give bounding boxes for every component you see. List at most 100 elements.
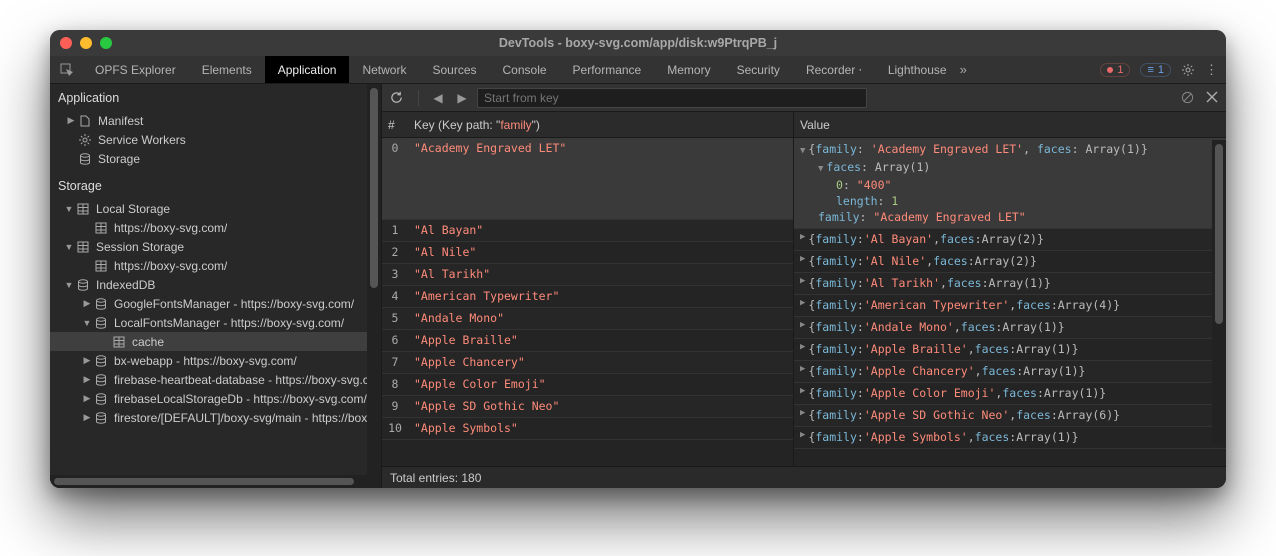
tab-recorder-[interactable]: Recorder ⸱ [793,56,875,83]
row-key[interactable]: "Al Nile" [408,242,793,264]
tab-security[interactable]: Security [724,56,793,83]
row-key[interactable]: "Apple SD Gothic Neo" [408,396,793,418]
sidebar-item-storage[interactable]: Storage [50,149,381,168]
row-key[interactable]: "Academy Engraved LET" [408,138,793,220]
row-key[interactable]: "Andale Mono" [408,308,793,330]
more-tabs-icon[interactable]: » [960,62,967,77]
row-index[interactable]: 2 [382,242,408,264]
row-index[interactable]: 3 [382,264,408,286]
row-value[interactable]: ▶{family: 'Apple Chancery', faces: Array… [794,361,1226,383]
row-index[interactable]: 4 [382,286,408,308]
row-index[interactable]: 6 [382,330,408,352]
tab-lighthouse[interactable]: Lighthouse [875,56,960,83]
row-key[interactable]: "Al Tarikh" [408,264,793,286]
row-key[interactable]: "Apple Symbols" [408,418,793,440]
sidebar-item[interactable]: ▶firebaseLocalStorageDb - https://boxy-s… [50,389,381,408]
sidebar-item-label: firebase-heartbeat-database - https://bo… [114,373,375,387]
tab-network[interactable]: Network [349,56,419,83]
settings-icon[interactable] [1181,63,1195,77]
tab-performance[interactable]: Performance [560,56,655,83]
row-key[interactable]: "Apple Color Emoji" [408,374,793,396]
chevron-icon: ▼ [64,280,74,290]
sidebar-item[interactable]: ▼Local Storage [50,199,381,218]
grid-vertical-scrollbar[interactable] [1212,140,1226,444]
sidebar-horizontal-scrollbar[interactable] [50,475,381,488]
tab-opfs-explorer[interactable]: OPFS Explorer [82,56,189,83]
delete-selected-icon[interactable] [1206,91,1218,104]
tab-console[interactable]: Console [490,56,560,83]
sidebar-item[interactable]: ▼ IndexedDB [50,275,381,294]
clear-store-icon[interactable] [1181,91,1194,104]
tab-elements[interactable]: Elements [189,56,265,83]
sidebar-item[interactable]: ▼LocalFontsManager - https://boxy-svg.co… [50,313,381,332]
sidebar-item-manifest[interactable]: ▶Manifest [50,111,381,130]
row-key[interactable]: "Apple Braille" [408,330,793,352]
file-icon [78,115,92,127]
row-value[interactable]: ▼{family: 'Academy Engraved LET', faces:… [794,138,1226,229]
row-index[interactable]: 1 [382,220,408,242]
sidebar-item[interactable]: ▼ Session Storage [50,237,381,256]
sidebar-item[interactable]: ▶GoogleFontsManager - https://boxy-svg.c… [50,294,381,313]
db-icon [94,393,108,405]
row-index[interactable]: 10 [382,418,408,440]
tab-memory[interactable]: Memory [654,56,723,83]
sidebar-item-label: GoogleFontsManager - https://boxy-svg.co… [114,297,354,311]
row-index[interactable]: 7 [382,352,408,374]
grid-icon [76,203,90,215]
row-value[interactable]: ▶{family: 'Al Nile', faces: Array(2)} [794,251,1226,273]
application-section-title: Application [50,84,381,111]
row-value[interactable]: ▶{family: 'Apple SD Gothic Neo', faces: … [794,405,1226,427]
row-value[interactable]: ▶{family: 'Apple Symbols', faces: Array(… [794,427,1226,449]
sidebar-item-label: Session Storage [96,240,184,254]
db-icon [94,355,108,367]
sidebar-item[interactable]: https://boxy-svg.com/ [50,256,381,275]
grid-footer: Total entries: 180 [382,466,1226,488]
index-column: # 012345678910 [382,112,408,466]
start-key-input[interactable] [477,88,867,108]
sidebar-item-label: Storage [98,152,140,166]
row-key[interactable]: "Al Bayan" [408,220,793,242]
row-index[interactable]: 0 [382,138,408,220]
tab-sources[interactable]: Sources [419,56,489,83]
row-value[interactable]: ▶{family: 'Al Bayan', faces: Array(2)} [794,229,1226,251]
key-column: Key (Key path: "family") "Academy Engrav… [408,112,794,466]
content: Application ▶ManifestService Workers Stor… [50,84,1226,488]
prev-page-icon[interactable]: ◀ [429,91,447,105]
errors-badge[interactable]: 1 [1100,63,1130,77]
row-index[interactable]: 8 [382,374,408,396]
chevron-icon: ▼ [64,204,74,214]
row-value[interactable]: ▶{family: 'American Typewriter', faces: … [794,295,1226,317]
refresh-icon[interactable] [390,91,408,104]
row-key[interactable]: "American Typewriter" [408,286,793,308]
kebab-menu-icon[interactable]: ⋮ [1205,62,1218,78]
sidebar-item-label: firebaseLocalStorageDb - https://boxy-sv… [114,392,367,406]
row-index[interactable]: 9 [382,396,408,418]
row-value[interactable]: ▶{family: 'Apple Braille', faces: Array(… [794,339,1226,361]
chevron-icon: ▼ [82,318,92,328]
sidebar-item-service-workers[interactable]: Service Workers [50,130,381,149]
messages-badge[interactable]: ≡1 [1140,63,1171,77]
db-icon [94,374,108,386]
sidebar-item[interactable]: ▶firebase-heartbeat-database - https://b… [50,370,381,389]
sidebar-item[interactable]: ▶firestore/[DEFAULT]/boxy-svg/main - htt… [50,408,381,427]
sidebar-item-label: bx-webapp - https://boxy-svg.com/ [114,354,297,368]
row-value[interactable]: ▶{family: 'Andale Mono', faces: Array(1)… [794,317,1226,339]
sidebar-item-label: IndexedDB [96,278,155,292]
row-value[interactable]: ▶{family: 'Apple Color Emoji', faces: Ar… [794,383,1226,405]
data-grid: # 012345678910 Key (Key path: "family") … [382,112,1226,466]
index-header: # [382,112,408,138]
row-key[interactable]: "Apple Chancery" [408,352,793,374]
inspect-element-icon[interactable] [56,63,78,77]
tab-application[interactable]: Application [265,56,350,83]
row-value[interactable]: ▶{family: 'Al Tarikh', faces: Array(1)} [794,273,1226,295]
sidebar-vertical-scrollbar[interactable] [367,84,381,488]
row-index[interactable]: 5 [382,308,408,330]
tabbar-right: 1 ≡1 ⋮ [1100,62,1226,78]
value-column: Value ▼{family: 'Academy Engraved LET', … [794,112,1226,466]
sidebar-item[interactable]: cache [50,332,381,351]
sidebar-item-label: cache [132,335,164,349]
chevron-icon: ▼ [64,242,74,252]
next-page-icon[interactable]: ▶ [453,91,471,105]
sidebar-item[interactable]: https://boxy-svg.com/ [50,218,381,237]
sidebar-item[interactable]: ▶bx-webapp - https://boxy-svg.com/ [50,351,381,370]
